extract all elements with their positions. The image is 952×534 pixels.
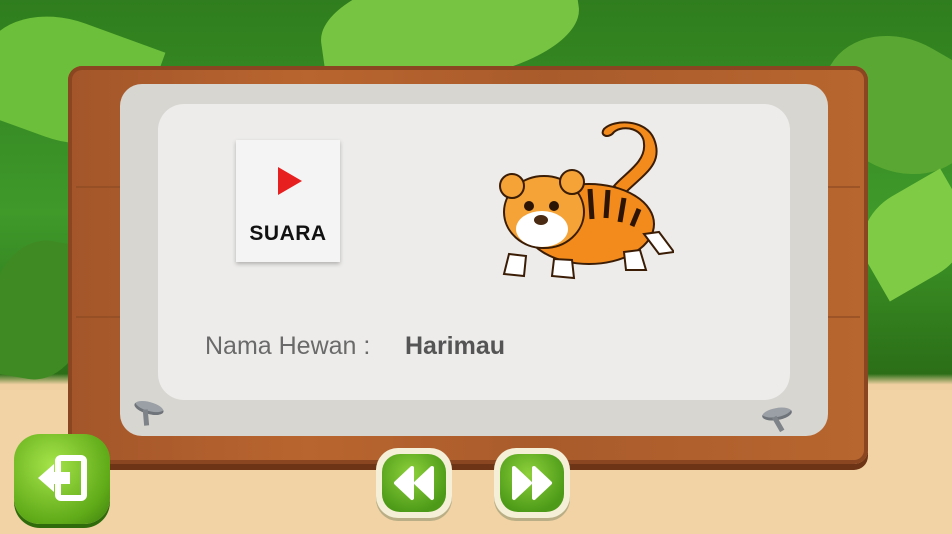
previous-button[interactable] (376, 448, 452, 518)
next-button[interactable] (494, 448, 570, 518)
exit-icon (38, 455, 87, 501)
animal-name-label: Nama Hewan : (205, 332, 371, 360)
animal-name-value: Harimau (405, 332, 506, 360)
next-button-face (500, 454, 564, 512)
tiger-illustration (499, 121, 674, 280)
sound-label: SUARA (249, 222, 327, 245)
fast-forward-icon (512, 466, 552, 500)
animal-name-row: Nama Hewan : (205, 332, 370, 361)
previous-button-face (382, 454, 446, 512)
rewind-icon (394, 466, 434, 500)
animal-name-value-row: Harimau (405, 332, 505, 361)
sound-button[interactable]: SUARA (236, 140, 340, 262)
play-icon (278, 167, 302, 195)
exit-button[interactable] (14, 434, 110, 524)
